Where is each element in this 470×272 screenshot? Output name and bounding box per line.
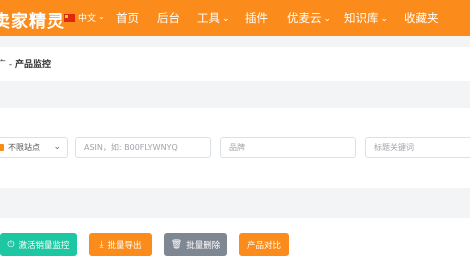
- nav-item-plugin[interactable]: 插件: [245, 10, 268, 26]
- title-keyword-placeholder: 标题关键词: [374, 143, 414, 152]
- brand-placeholder: 品牌: [229, 143, 245, 152]
- asin-placeholder: ASIN，如: B00FLYWNYQ: [84, 143, 178, 152]
- bulk-export-button[interactable]: ⤓ 批量导出: [89, 233, 152, 256]
- asin-input[interactable]: ASIN，如: B00FLYWNYQ: [75, 137, 211, 158]
- breadcrumb-parent[interactable]: 广: [0, 60, 6, 70]
- breadcrumb-bar: 广 - 产品监控: [0, 47, 470, 81]
- nav-item-favorites[interactable]: 收藏夹: [404, 10, 439, 26]
- power-icon: ⏻: [7, 239, 15, 250]
- chevron-down-icon: ⌄: [380, 14, 389, 24]
- nav-item-tools[interactable]: 工具 ⌄: [197, 10, 230, 26]
- language-label: 中文: [78, 14, 97, 24]
- nav-item-youmaiyun[interactable]: 优麦云 ⌄: [287, 10, 331, 26]
- nav-label: 知识库: [344, 11, 379, 25]
- compare-products-button[interactable]: 产品对比: [239, 233, 289, 256]
- breadcrumb: 广 - 产品监控: [0, 57, 51, 70]
- button-label: 产品对比: [246, 240, 281, 251]
- nav-label: 收藏夹: [404, 11, 439, 25]
- breadcrumb-separator: -: [8, 60, 13, 70]
- top-nav-bar: 卖家精灵 中文 ⌄ 首页 后台 工具 ⌄ 插件 优麦云 ⌄ 知识库 ⌄ 收藏夹: [0, 0, 470, 36]
- nav-label: 插件: [245, 11, 268, 25]
- activate-sales-monitor-button[interactable]: ⏻ 激活销量监控: [0, 233, 77, 256]
- brand-input[interactable]: 品牌: [220, 137, 356, 158]
- nav-item-backend[interactable]: 后台: [157, 10, 180, 26]
- chevron-down-icon: ⌄: [53, 142, 61, 152]
- chevron-down-icon: ⌄: [323, 14, 332, 24]
- site-icon: [0, 144, 4, 151]
- nav-item-home[interactable]: 首页: [116, 10, 139, 26]
- bulk-delete-button[interactable]: 🗑 批量删除: [164, 233, 227, 256]
- button-label: 批量删除: [186, 240, 221, 251]
- nav-item-knowledge-base[interactable]: 知识库 ⌄: [344, 10, 388, 26]
- brand-logo[interactable]: 卖家精灵: [0, 7, 65, 32]
- chevron-down-icon: ⌄: [98, 12, 105, 21]
- button-label: 激活销量监控: [18, 240, 70, 251]
- breadcrumb-current: 产品监控: [15, 60, 52, 70]
- button-label: 批量导出: [107, 240, 142, 251]
- title-keyword-input[interactable]: 标题关键词: [365, 137, 470, 158]
- language-switcher[interactable]: 中文 ⌄: [64, 11, 105, 24]
- download-icon: ⤓: [99, 239, 104, 250]
- site-select[interactable]: 不限站点 ⌄: [0, 137, 68, 158]
- nav-label: 首页: [116, 11, 139, 25]
- nav-label: 优麦云: [287, 11, 322, 25]
- nav-label: 后台: [157, 11, 180, 25]
- site-select-value: 不限站点: [8, 143, 40, 152]
- trash-icon: 🗑: [170, 239, 183, 250]
- china-flag-icon: [64, 13, 75, 22]
- chevron-down-icon: ⌄: [222, 14, 230, 24]
- nav-label: 工具: [197, 11, 220, 25]
